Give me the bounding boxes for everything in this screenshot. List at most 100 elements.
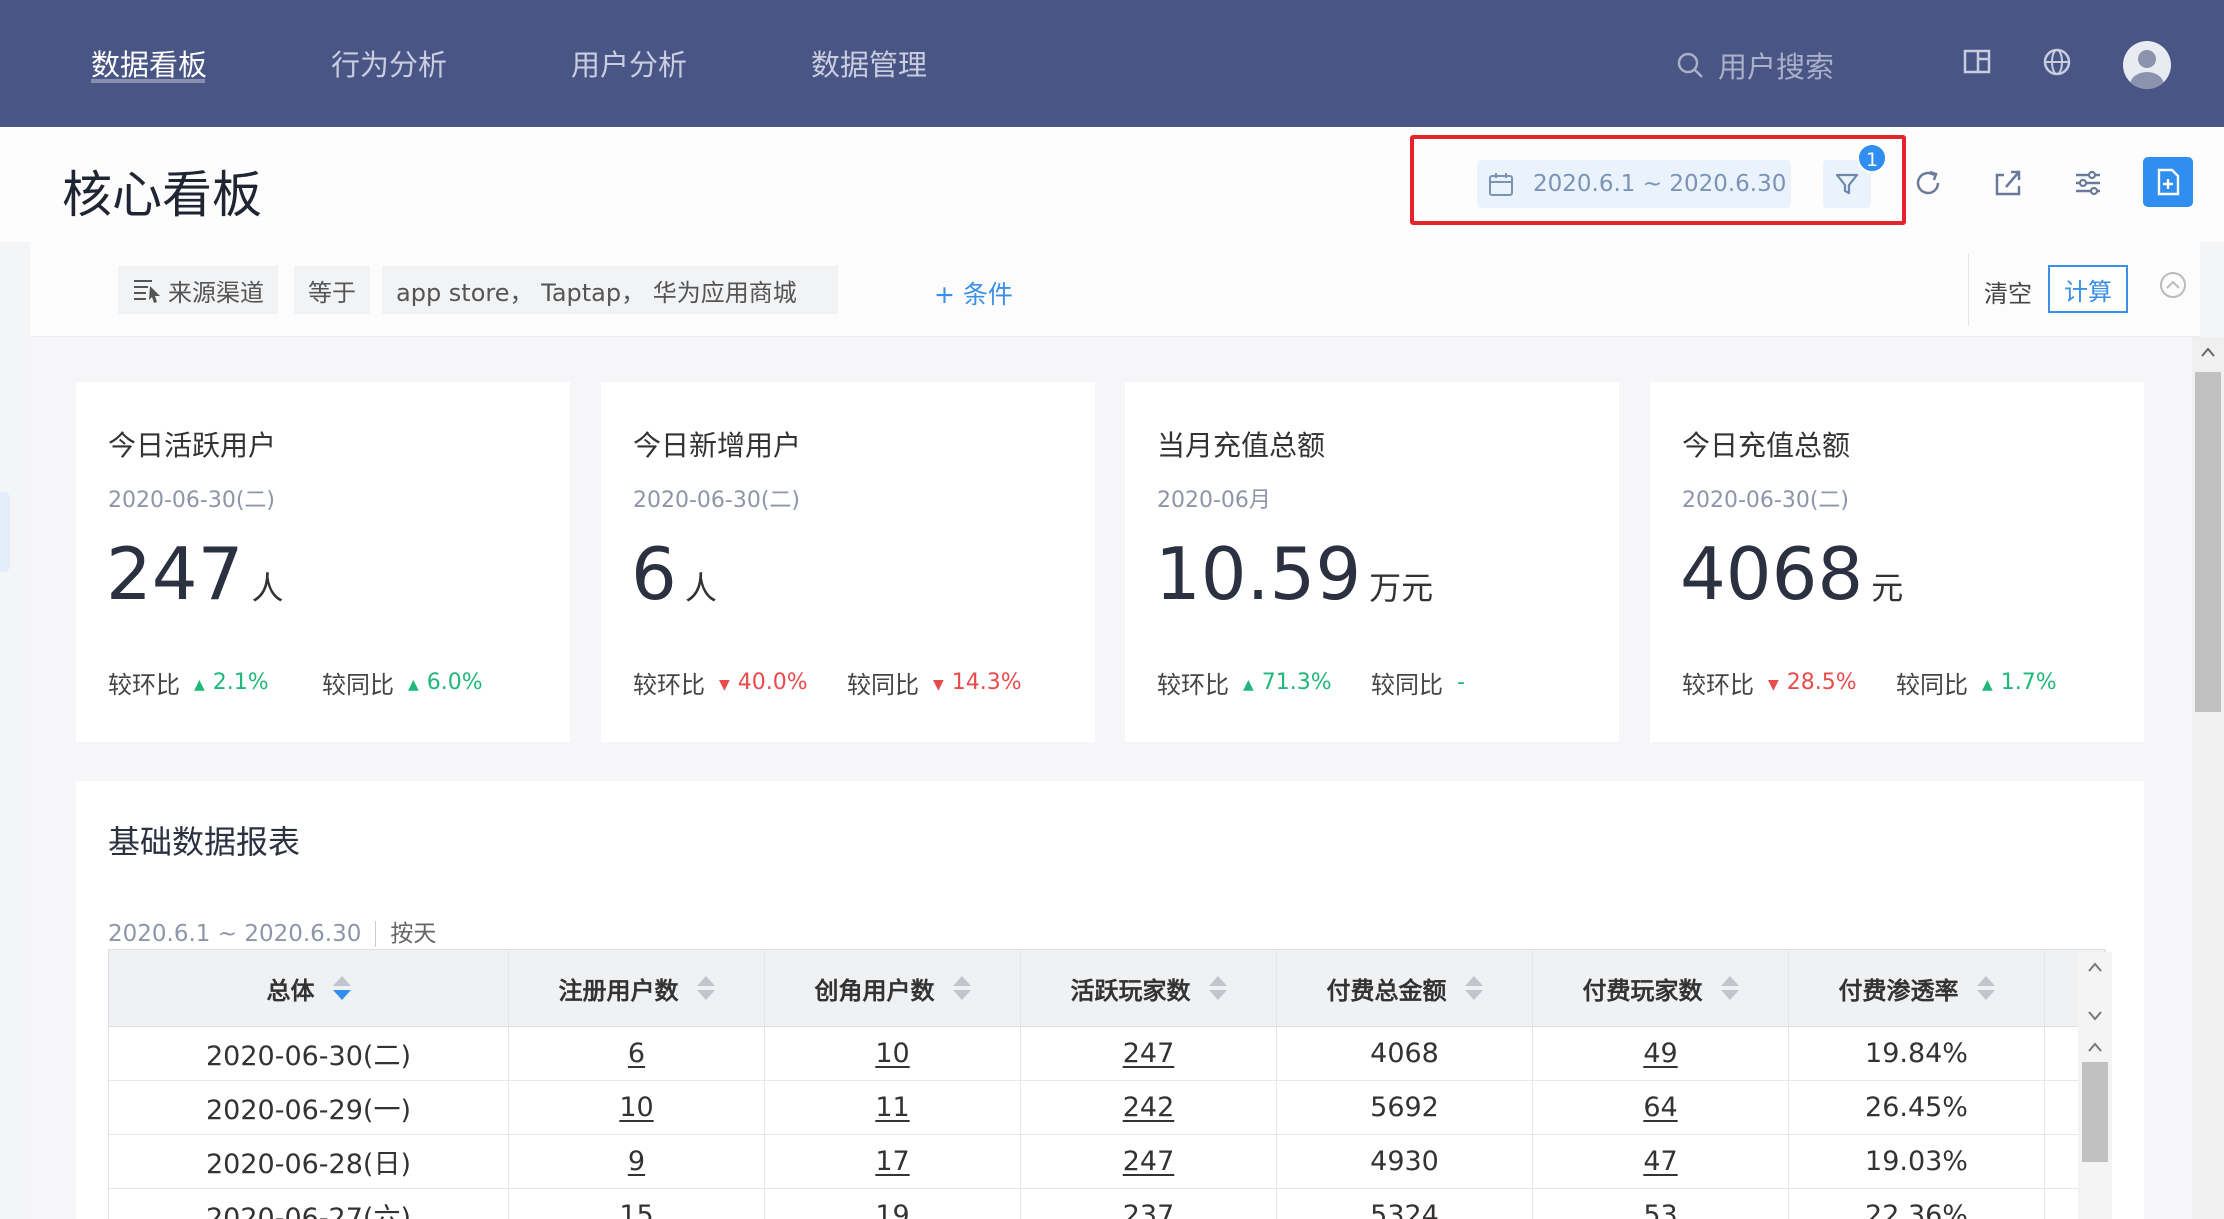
yoy-comparison: 较同比 ▼ 14.3% (847, 665, 1022, 700)
column-header-total[interactable]: 总体 (109, 950, 509, 1026)
collapse-up-icon[interactable] (2158, 270, 2188, 300)
globe-icon[interactable] (2042, 47, 2072, 77)
avatar[interactable] (2123, 41, 2171, 89)
filter-count-badge: 1 (1857, 143, 1887, 173)
table-row: 2020-06-30(二) 6 10 247 4068 49 19.84% (109, 1027, 2105, 1081)
filter-values-chip[interactable]: app store， Taptap， 华为应用商城 (382, 266, 838, 314)
sort-icon[interactable] (332, 976, 351, 1000)
table-header: 总体 注册用户数 创角用户数 活跃玩家数 付费总金额 付费玩家数 付费渗透率 (109, 950, 2105, 1027)
page-scrollbar[interactable] (2192, 337, 2224, 1219)
table-cell-link[interactable]: 10 (765, 1027, 1021, 1080)
sort-icon[interactable] (1720, 976, 1739, 1000)
mom-value-text: 2.1% (212, 670, 269, 695)
card-value-number: 10.59 (1155, 532, 1362, 616)
table-cell-link[interactable]: 10 (509, 1081, 765, 1134)
column-label: 付费渗透率 (1838, 976, 1959, 1005)
share-icon[interactable] (1992, 167, 2024, 199)
nav-item-behavior-analysis[interactable]: 行为分析 (331, 0, 447, 127)
table-cell-link[interactable]: 53 (1533, 1189, 1789, 1219)
add-condition-button[interactable]: + 条件 (934, 275, 1013, 311)
column-header-paying-players[interactable]: 付费玩家数 (1533, 950, 1789, 1026)
sort-icon[interactable] (1464, 976, 1483, 1000)
card-date: 2020-06-30(二) (633, 488, 801, 513)
top-navigation: 数据看板 行为分析 用户分析 数据管理 用户搜索 (0, 0, 2224, 127)
table-cell-link[interactable]: 47 (1533, 1135, 1789, 1188)
sort-icon[interactable] (696, 976, 715, 1000)
card-value-number: 6 (631, 532, 677, 616)
clear-button[interactable]: 清空 (1984, 274, 2032, 309)
table-scrollbar[interactable] (2078, 952, 2112, 1219)
scroll-up-arrow-icon[interactable] (2192, 337, 2224, 367)
mom-value-text: 40.0% (737, 670, 808, 695)
nav-item-user-analysis[interactable]: 用户分析 (571, 0, 687, 127)
table-scrollbar-thumb[interactable] (2082, 1062, 2108, 1162)
dashboard-content: 今日活跃用户 2020-06-30(二) 247 人 较环比 ▲ 2.1% 较同比 ▲ 6… (30, 337, 2192, 1219)
metric-card-daily-active: 今日活跃用户 2020-06-30(二) 247 人 较环比 ▲ 2.1% 较同比 ▲ 6… (76, 382, 570, 742)
left-edge (0, 242, 30, 1219)
sort-icon[interactable] (1208, 976, 1227, 1000)
yoy-comparison: 较同比 ▲ 1.7% (1896, 665, 2057, 700)
table-cell-link[interactable]: 11 (765, 1081, 1021, 1134)
table-cell: 19.84% (1789, 1027, 2045, 1080)
nav-item-data-management[interactable]: 数据管理 (811, 0, 927, 127)
filter-field-chip[interactable]: 来源渠道 (118, 266, 278, 314)
report-granularity[interactable]: 按天 (375, 921, 437, 947)
table-cell-link[interactable]: 9 (509, 1135, 765, 1188)
down-arrow-icon: ▼ (933, 677, 944, 693)
table-cell-link[interactable]: 64 (1533, 1081, 1789, 1134)
mom-label: 较环比 (633, 671, 705, 699)
column-header-created-role[interactable]: 创角用户数 (765, 950, 1021, 1026)
up-arrow-icon: ▲ (1982, 677, 1993, 693)
table-cell-link[interactable]: 49 (1533, 1027, 1789, 1080)
table-scroll-up-arrow-icon[interactable] (2078, 952, 2112, 982)
column-header-total-payment[interactable]: 付费总金额 (1277, 950, 1533, 1026)
table-cell-link[interactable]: 237 (1021, 1189, 1277, 1219)
date-range-picker[interactable]: 2020.6.1 ~ 2020.6.30 (1477, 160, 1791, 208)
mom-value-text: 71.3% (1261, 670, 1332, 695)
table-cell-link[interactable]: 17 (765, 1135, 1021, 1188)
column-header-registered[interactable]: 注册用户数 (509, 950, 765, 1026)
table-cell: 22.36% (1789, 1189, 2045, 1219)
metric-card-monthly-recharge: 当月充值总额 2020-06月 10.59 万元 较环比 ▲ 71.3% 较同比 - (1125, 382, 1619, 742)
card-title: 今日充值总额 (1682, 429, 1851, 462)
yoy-value: - (1457, 670, 1465, 695)
mom-comparison: 较环比 ▲ 2.1% (108, 665, 269, 700)
table-scroll-down-arrow-icon[interactable] (2078, 1000, 2112, 1030)
card-value: 4068 元 (1680, 532, 1903, 616)
yoy-label: 较同比 (847, 671, 919, 699)
layout-icon[interactable] (1962, 47, 1992, 77)
calculate-button[interactable]: 计算 (2048, 265, 2128, 313)
add-document-button[interactable] (2143, 157, 2193, 207)
column-header-active-players[interactable]: 活跃玩家数 (1021, 950, 1277, 1026)
card-value-unit: 人 (251, 569, 284, 607)
filter-operator-chip[interactable]: 等于 (294, 266, 370, 314)
column-header-pay-rate[interactable]: 付费渗透率 (1789, 950, 2045, 1026)
user-search[interactable]: 用户搜索 (1676, 44, 1834, 86)
table-row: 2020-06-29(一) 10 11 242 5692 64 26.45% (109, 1081, 2105, 1135)
settings-sliders-icon[interactable] (2072, 167, 2104, 199)
table-cell-link[interactable]: 242 (1021, 1081, 1277, 1134)
table-cell-link[interactable]: 247 (1021, 1027, 1277, 1080)
page-scrollbar-thumb[interactable] (2195, 372, 2221, 712)
card-value: 10.59 万元 (1155, 532, 1433, 616)
list-cursor-icon (134, 280, 160, 303)
refresh-icon[interactable] (1912, 167, 1944, 199)
filter-icon (1835, 173, 1859, 195)
up-arrow-icon: ▲ (408, 677, 419, 693)
table-cell-link[interactable]: 15 (509, 1189, 765, 1219)
table-cell-link[interactable]: 6 (509, 1027, 765, 1080)
sort-icon[interactable] (952, 976, 971, 1000)
sort-icon[interactable] (1976, 976, 1995, 1000)
column-label: 创角用户数 (814, 976, 935, 1005)
table-cell-link[interactable]: 247 (1021, 1135, 1277, 1188)
card-value-unit: 人 (684, 569, 717, 607)
sidebar-toggle-tab[interactable] (0, 492, 10, 572)
table-scroll-up2-arrow-icon[interactable] (2078, 1032, 2112, 1062)
card-value-number: 247 (106, 532, 244, 616)
table-cell: 2020-06-27(六) (109, 1189, 509, 1219)
table-cell-link[interactable]: 19 (765, 1189, 1021, 1219)
mom-label: 较环比 (1682, 671, 1754, 699)
nav-item-dashboard[interactable]: 数据看板 (91, 0, 207, 127)
yoy-value-text: 1.7% (2000, 670, 2057, 695)
filterbar-divider (1968, 254, 1969, 326)
